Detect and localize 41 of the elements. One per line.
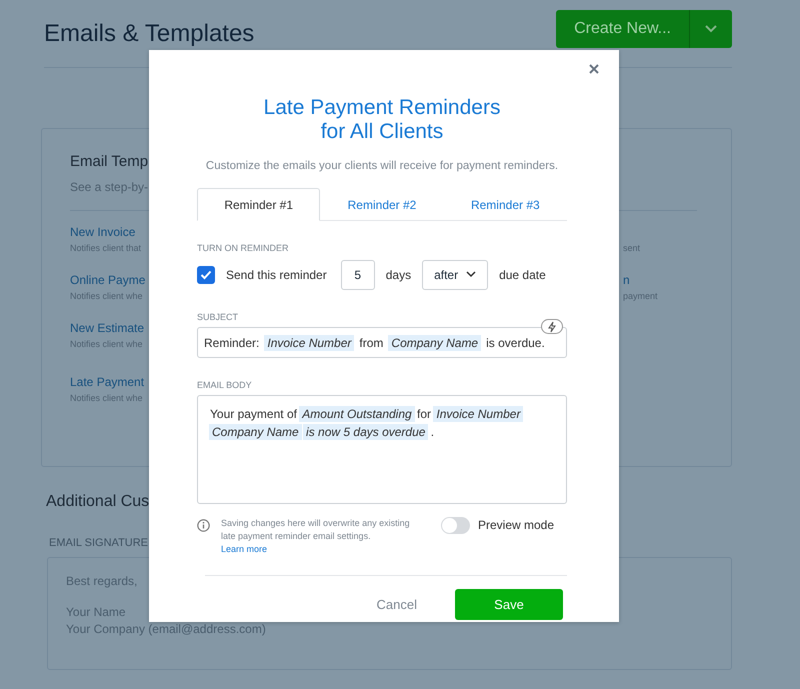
save-button[interactable]: Save bbox=[455, 589, 563, 620]
chevron-down-icon bbox=[466, 271, 476, 278]
template-link[interactable]: New Estimate bbox=[70, 321, 144, 337]
page-title: Emails & Templates bbox=[44, 20, 254, 48]
note-text: Saving changes here will overwrite any existing late payment reminder email settings. bbox=[221, 517, 411, 543]
template-link[interactable]: n bbox=[623, 273, 630, 287]
field-label: EMAIL BODY bbox=[197, 380, 253, 390]
section-title: Additional Cus bbox=[46, 493, 150, 511]
checkbox-label: Send this reminder bbox=[226, 268, 327, 282]
lightning-icon[interactable] bbox=[541, 319, 563, 334]
email-body-field[interactable]: Your payment of Amount Outstanding for Invoice Number Company Name is now 5 days overdue . bbox=[197, 395, 567, 504]
dialog-subtitle: Customize the emails your clients will receive for payment reminders. bbox=[204, 160, 560, 172]
toggle-label: Preview mode bbox=[478, 517, 554, 534]
card-title: Email Temp bbox=[70, 153, 148, 170]
learn-more-link[interactable]: Learn more bbox=[221, 544, 268, 554]
days-field[interactable]: 5 bbox=[340, 260, 375, 290]
dialog-title: Late Payment Reminders bbox=[264, 96, 500, 120]
days-label: days bbox=[386, 268, 412, 282]
reminder-tab[interactable]: Reminder #2 bbox=[320, 188, 444, 221]
template-link[interactable]: Late Payment bbox=[70, 375, 144, 391]
close-icon bbox=[589, 64, 599, 74]
field-label: SUBJECT bbox=[197, 312, 240, 322]
field-label: EMAIL SIGNATURE bbox=[49, 537, 148, 549]
check-icon bbox=[200, 270, 212, 280]
close-button[interactable] bbox=[589, 64, 599, 74]
reminder-tab[interactable]: Reminder #1 bbox=[197, 188, 320, 221]
template-link[interactable]: Online Payme bbox=[70, 273, 146, 289]
subject-field[interactable]: Reminder: Invoice Number from Company Name is overdue. bbox=[197, 327, 567, 358]
checkbox[interactable] bbox=[197, 266, 215, 284]
due-date-label: due date bbox=[499, 268, 546, 282]
field-label: TURN ON REMINDER bbox=[197, 243, 290, 253]
chevron-down-icon bbox=[704, 24, 718, 34]
cancel-button[interactable]: Cancel bbox=[368, 591, 425, 618]
info-icon bbox=[197, 519, 210, 532]
timing-dropdown[interactable]: after bbox=[422, 260, 488, 290]
reminder-tab[interactable]: Reminder #3 bbox=[444, 188, 567, 221]
dialog-title: for All Clients bbox=[320, 120, 444, 144]
create-new-button[interactable]: Create New... bbox=[556, 10, 690, 48]
template-link[interactable]: New Invoice bbox=[70, 225, 136, 241]
preview-toggle[interactable] bbox=[441, 517, 470, 534]
card-subtitle: See a step-by- bbox=[70, 180, 148, 194]
